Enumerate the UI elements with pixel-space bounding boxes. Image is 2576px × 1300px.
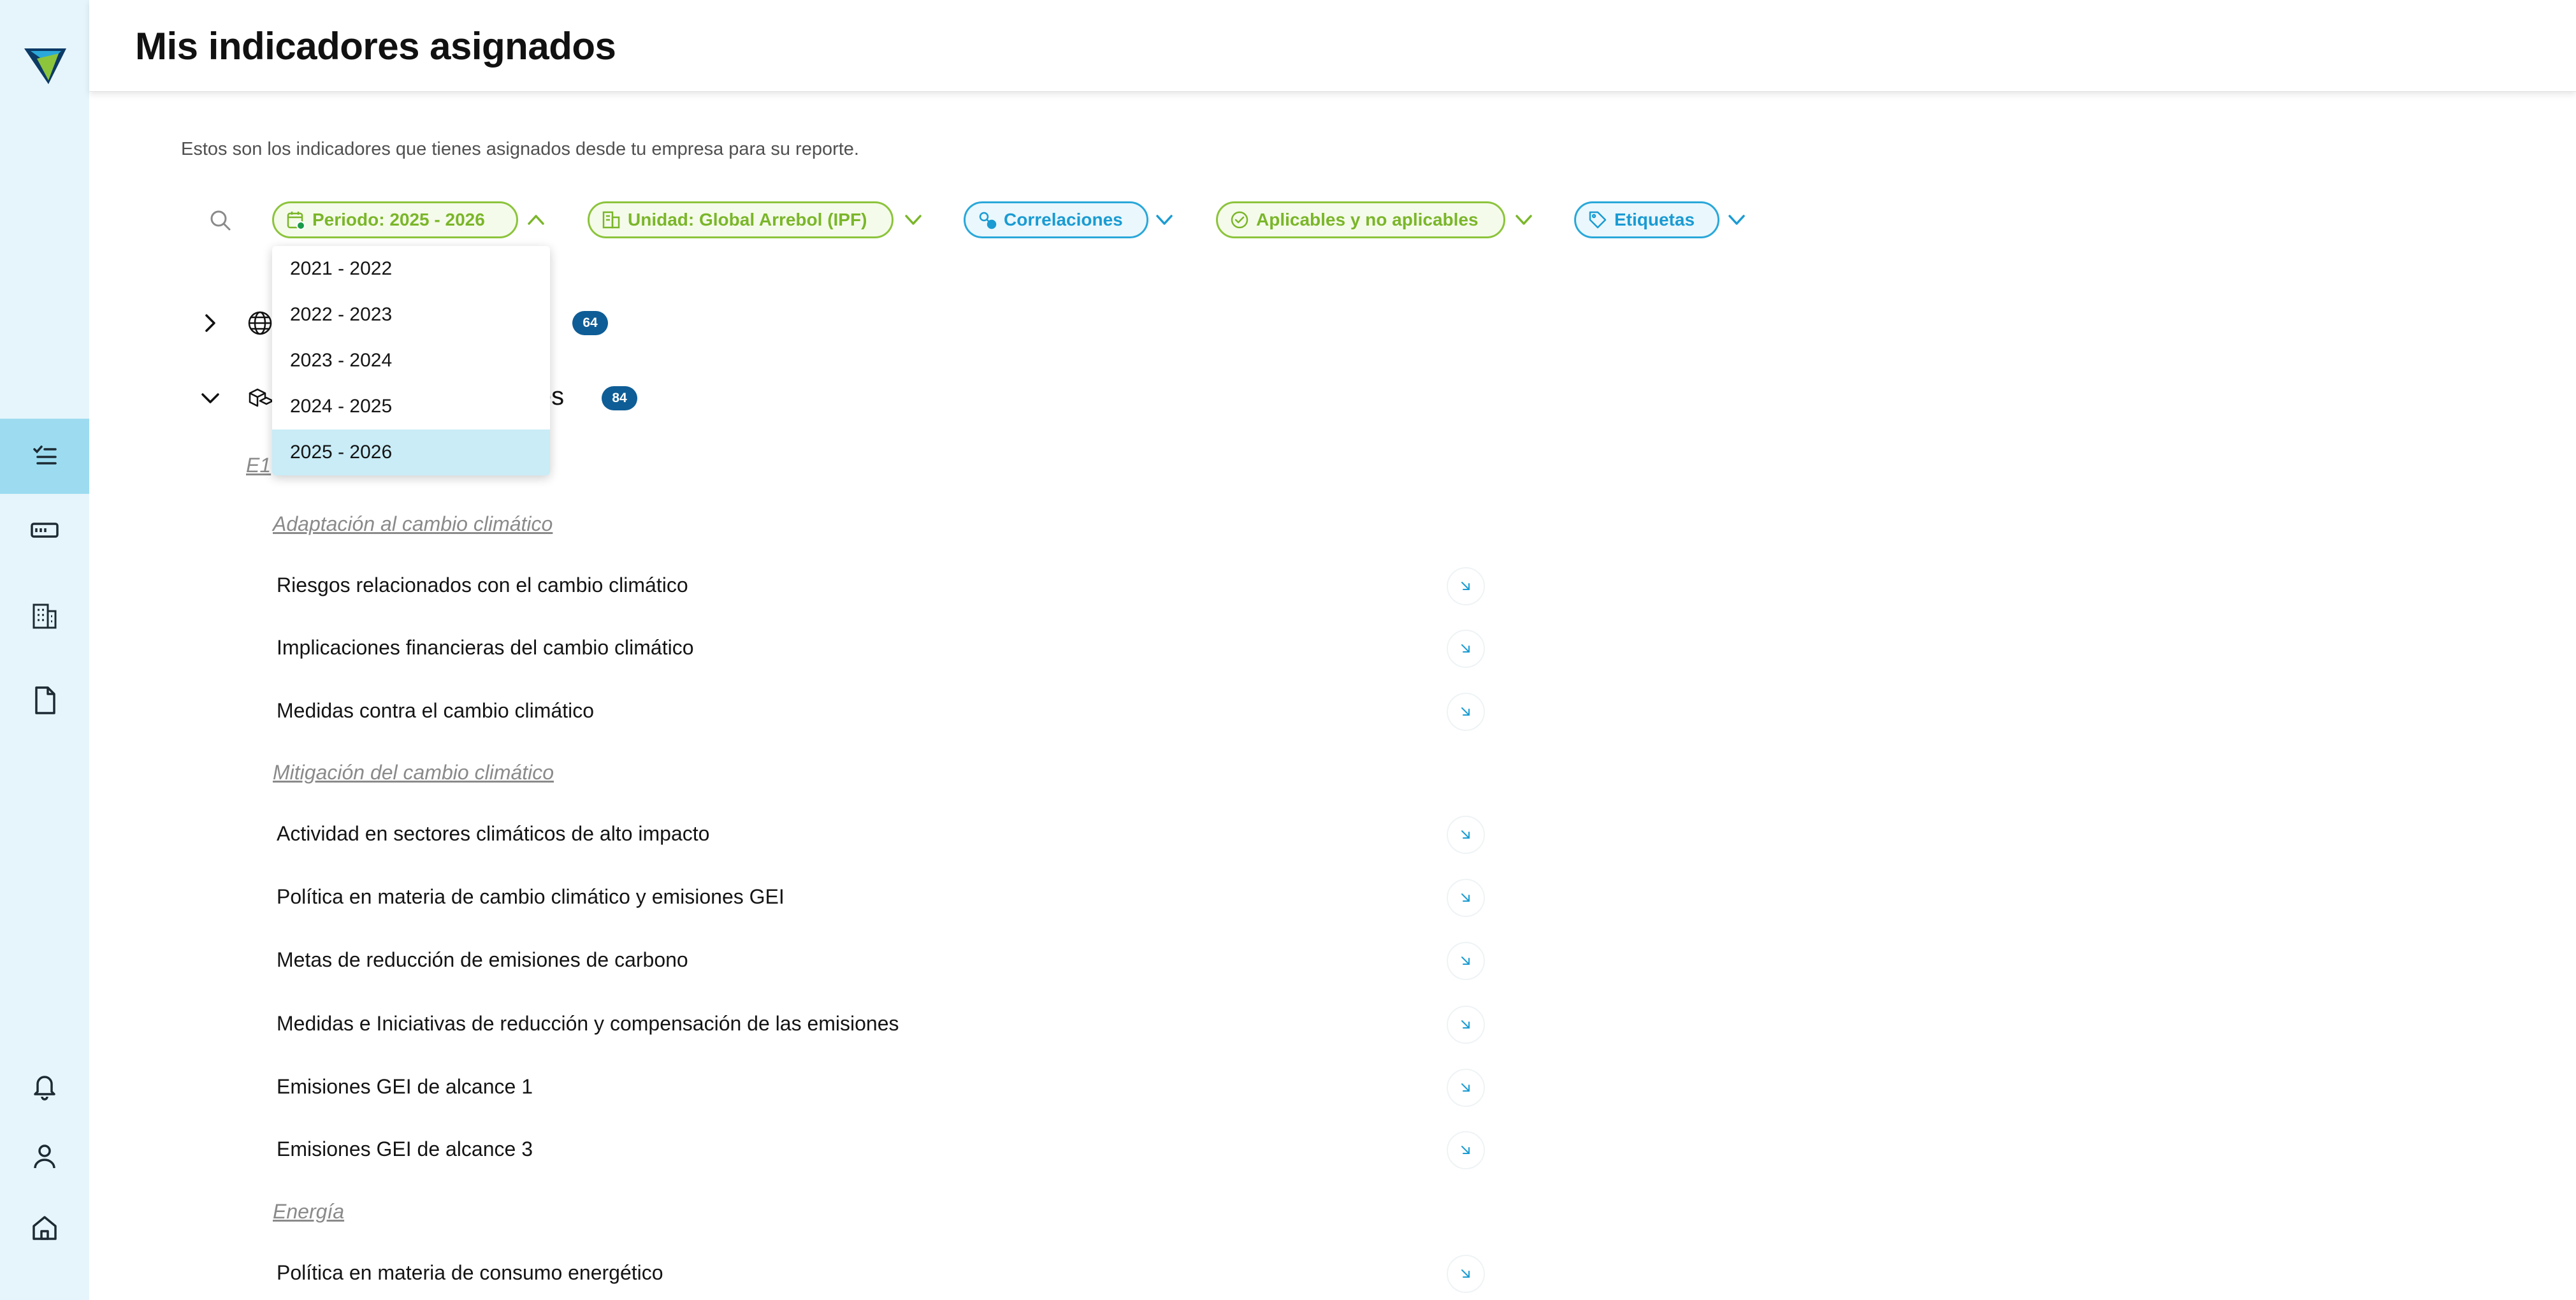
arrow-down-right-icon <box>1461 830 1470 839</box>
group-row-general[interactable] <box>198 301 274 345</box>
arrow-down-right-icon <box>1461 1269 1470 1278</box>
count-badge: 84 <box>602 386 637 410</box>
open-indicator-button[interactable] <box>1447 1131 1485 1169</box>
open-indicator-button[interactable] <box>1447 1006 1485 1044</box>
indicator-item[interactable]: Medidas contra el cambio climático <box>277 699 594 723</box>
open-indicator-button[interactable] <box>1447 942 1485 980</box>
page-subtitle: Estos son los indicadores que tienes asi… <box>181 139 859 159</box>
period-option[interactable]: 2024 - 2025 <box>272 384 550 430</box>
user-icon <box>34 1145 55 1169</box>
open-indicator-button[interactable] <box>1447 816 1485 854</box>
tag-icon <box>1589 211 1607 229</box>
search-icon[interactable] <box>208 208 233 233</box>
bell-icon <box>34 1076 55 1101</box>
open-indicator-button[interactable] <box>1447 567 1485 605</box>
open-indicator-button[interactable] <box>1447 1255 1485 1293</box>
open-indicator-button[interactable] <box>1447 630 1485 668</box>
subsection-link[interactable]: Mitigación del cambio climático <box>273 761 554 784</box>
arrow-down-right-icon <box>1461 1020 1470 1029</box>
arrow-down-right-icon <box>1461 957 1470 965</box>
open-indicator-button[interactable] <box>1447 1069 1485 1107</box>
logo-icon <box>24 48 66 84</box>
indicator-item[interactable]: Metas de reducción de emisiones de carbo… <box>277 948 688 972</box>
filter-unit-label: Unidad: Global Arrebol (IPF) <box>628 210 867 229</box>
period-option-selected[interactable]: 2025 - 2026 <box>272 430 550 475</box>
filter-correlations-chip[interactable]: Correlaciones <box>964 201 1148 238</box>
building-grid-icon <box>33 603 57 629</box>
open-indicator-button[interactable] <box>1447 693 1485 731</box>
building-icon <box>602 211 620 229</box>
filter-correlations-label: Correlaciones <box>1004 210 1123 229</box>
indicator-item[interactable]: Emisiones GEI de alcance 1 <box>277 1075 533 1099</box>
chevron-down-icon[interactable] <box>198 386 223 411</box>
check-circle-icon <box>1231 211 1248 229</box>
chevron-down-icon[interactable] <box>1152 208 1176 232</box>
count-badge: 64 <box>572 311 608 335</box>
calendar-icon <box>287 212 305 230</box>
subsection-link[interactable]: Energía <box>273 1200 344 1224</box>
indicator-item[interactable]: Emisiones GEI de alcance 3 <box>277 1138 533 1161</box>
filter-applicability-label: Aplicables y no aplicables <box>1256 210 1479 229</box>
sidebar-item-profile[interactable] <box>0 1118 89 1194</box>
indicator-item[interactable]: Política en materia de consumo energétic… <box>277 1261 663 1285</box>
indicator-item[interactable]: Medidas e Iniciativas de reducción y com… <box>277 1012 899 1036</box>
filter-period-chip[interactable]: Periodo: 2025 - 2026 <box>272 201 518 238</box>
filter-tags-chip[interactable]: Etiquetas <box>1574 201 1719 238</box>
chevron-down-icon[interactable] <box>1512 208 1536 232</box>
filter-tags-label: Etiquetas <box>1614 210 1695 229</box>
chevron-up-icon[interactable] <box>524 208 548 232</box>
correlation-icon <box>979 212 997 229</box>
home-icon <box>33 1216 57 1240</box>
page-header: Mis indicadores asignados <box>89 0 2576 92</box>
arrow-down-right-icon <box>1461 1083 1470 1092</box>
chevron-right-icon[interactable] <box>198 310 223 336</box>
sidebar-item-cards[interactable] <box>0 493 89 568</box>
indicator-item[interactable]: Implicaciones financieras del cambio cli… <box>277 636 694 660</box>
arrow-down-right-icon <box>1461 1146 1470 1154</box>
indicator-item[interactable]: Política en materia de cambio climático … <box>277 885 785 909</box>
indicator-item[interactable]: Actividad en sectores climáticos de alto… <box>277 822 709 846</box>
filter-applicability-chip[interactable]: Aplicables y no aplicables <box>1216 201 1505 238</box>
period-option[interactable]: 2023 - 2024 <box>272 338 550 384</box>
arrow-down-right-icon <box>1461 582 1470 590</box>
filter-period-label: Periodo: 2025 - 2026 <box>312 210 485 229</box>
indicator-item[interactable]: Riesgos relacionados con el cambio climá… <box>277 574 688 597</box>
chevron-down-icon[interactable] <box>901 208 925 232</box>
subsection-link[interactable]: Adaptación al cambio climático <box>273 512 553 536</box>
globe-icon <box>248 311 272 335</box>
chevron-down-icon[interactable] <box>1725 208 1749 232</box>
period-dropdown: 2021 - 2022 2022 - 2023 2023 - 2024 2024… <box>272 246 550 475</box>
open-indicator-button[interactable] <box>1447 879 1485 917</box>
group-row-environmental[interactable] <box>198 376 274 421</box>
arrow-down-right-icon <box>1461 707 1470 716</box>
page-title: Mis indicadores asignados <box>135 25 616 68</box>
card-icon <box>31 523 59 538</box>
period-option[interactable]: 2021 - 2022 <box>272 246 550 292</box>
sidebar-item-home[interactable] <box>0 1190 89 1266</box>
sidebar-item-documents[interactable] <box>0 663 89 738</box>
cubes-icon <box>249 388 274 407</box>
sidebar-item-notifications[interactable] <box>0 1048 89 1123</box>
sidebar <box>0 0 89 1300</box>
filter-unit-chip[interactable]: Unidad: Global Arrebol (IPF) <box>588 201 894 238</box>
sidebar-item-companies[interactable] <box>0 578 89 653</box>
app-logo[interactable] <box>23 45 68 89</box>
arrow-down-right-icon <box>1461 644 1470 653</box>
document-icon <box>35 686 55 714</box>
sidebar-item-indicators[interactable] <box>0 419 89 494</box>
task-list-icon <box>33 445 57 465</box>
period-option[interactable]: 2022 - 2023 <box>272 292 550 338</box>
arrow-down-right-icon <box>1461 893 1470 902</box>
